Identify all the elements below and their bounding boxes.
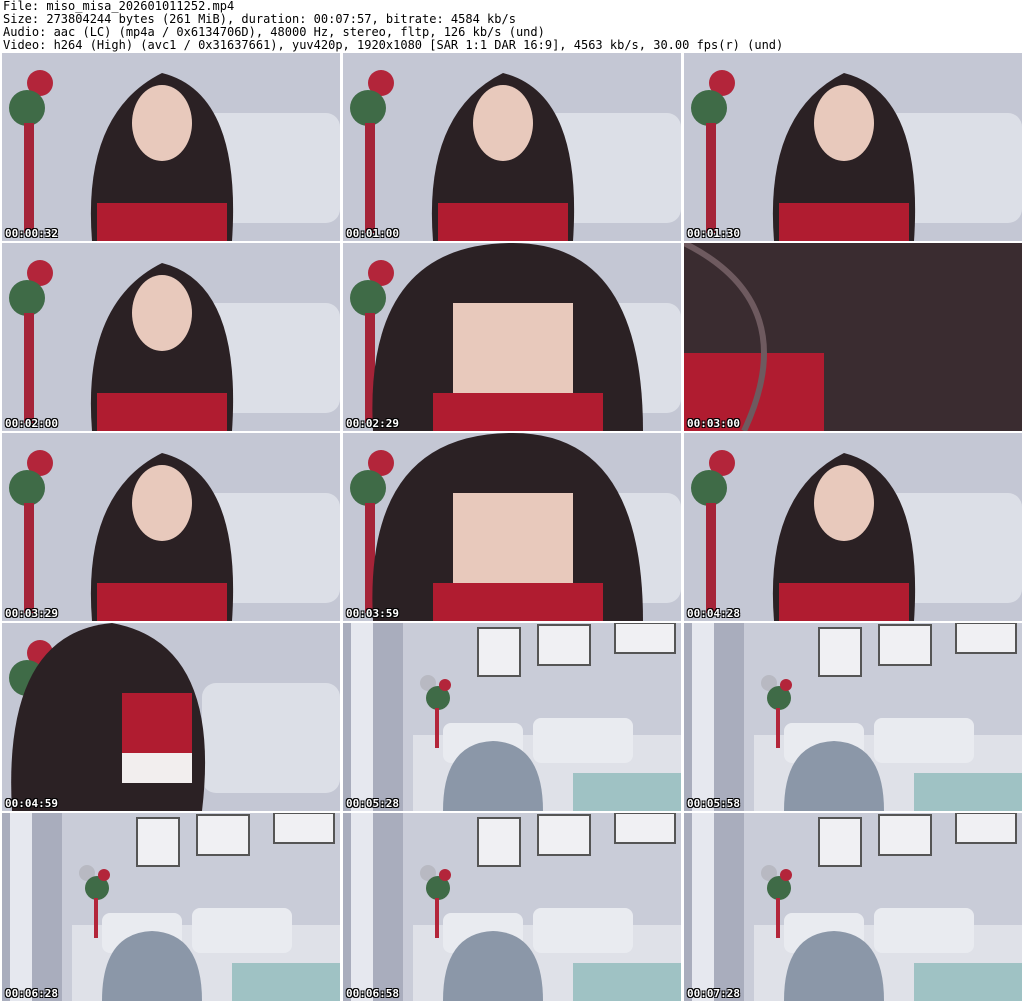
file-info-header: File: miso_misa_202601011252.mp4 Size: 2… <box>3 0 1021 52</box>
thumbnail-timestamp: 00:02:00 <box>5 417 58 430</box>
thumbnail-timestamp: 00:03:29 <box>5 607 58 620</box>
video-thumbnail: 00:01:30 <box>684 53 1022 241</box>
file-size-line: Size: 273804244 bytes (261 MiB), duratio… <box>3 13 516 26</box>
thumbnail-image <box>2 433 340 621</box>
thumbnail-timestamp: 00:00:32 <box>5 227 58 240</box>
video-thumbnail: 00:02:29 <box>343 243 681 431</box>
thumbnail-image <box>343 623 681 811</box>
thumbnail-image <box>684 433 1022 621</box>
thumbnail-timestamp: 00:05:28 <box>346 797 399 810</box>
thumbnail-timestamp: 00:02:29 <box>346 417 399 430</box>
video-thumbnail: 00:03:29 <box>2 433 340 621</box>
thumbnail-image <box>684 53 1022 241</box>
thumbnail-image <box>684 813 1022 1001</box>
thumbnail-image <box>684 623 1022 811</box>
video-thumbnail: 00:02:00 <box>2 243 340 431</box>
thumbnail-grid: 00:00:32 00:01:00 00:01:30 00:02:00 00:02:29… <box>2 53 1022 1003</box>
thumbnail-timestamp: 00:04:28 <box>687 607 740 620</box>
thumbnail-image <box>2 623 340 811</box>
video-thumbnail: 00:03:59 <box>343 433 681 621</box>
video-thumbnail: 00:05:58 <box>684 623 1022 811</box>
thumbnail-timestamp: 00:06:28 <box>5 987 58 1000</box>
video-thumbnail: 00:00:32 <box>2 53 340 241</box>
thumbnail-image <box>2 53 340 241</box>
video-thumbnail: 00:01:00 <box>343 53 681 241</box>
video-thumbnail: 00:03:00 <box>684 243 1022 431</box>
thumbnail-image <box>2 243 340 431</box>
thumbnail-image <box>343 433 681 621</box>
video-thumbnail: 00:05:28 <box>343 623 681 811</box>
thumbnail-image <box>2 813 340 1001</box>
thumbnail-image <box>343 813 681 1001</box>
file-name-line: File: miso_misa_202601011252.mp4 <box>3 0 235 13</box>
thumbnail-timestamp: 00:01:30 <box>687 227 740 240</box>
thumbnail-image <box>684 243 1022 431</box>
audio-info-line: Audio: aac (LC) (mp4a / 0x6134706D), 480… <box>3 26 545 39</box>
thumbnail-image <box>343 243 681 431</box>
thumbnail-timestamp: 00:06:58 <box>346 987 399 1000</box>
video-thumbnail: 00:06:28 <box>2 813 340 1001</box>
video-thumbnail: 00:07:28 <box>684 813 1022 1001</box>
thumbnail-timestamp: 00:04:59 <box>5 797 58 810</box>
thumbnail-timestamp: 00:01:00 <box>346 227 399 240</box>
video-thumbnail: 00:06:58 <box>343 813 681 1001</box>
video-thumbnail: 00:04:28 <box>684 433 1022 621</box>
thumbnail-timestamp: 00:07:28 <box>687 987 740 1000</box>
video-info-line: Video: h264 (High) (avc1 / 0x31637661), … <box>3 39 784 52</box>
thumbnail-timestamp: 00:03:00 <box>687 417 740 430</box>
video-thumbnail: 00:04:59 <box>2 623 340 811</box>
thumbnail-image <box>343 53 681 241</box>
thumbnail-timestamp: 00:05:58 <box>687 797 740 810</box>
thumbnail-timestamp: 00:03:59 <box>346 607 399 620</box>
